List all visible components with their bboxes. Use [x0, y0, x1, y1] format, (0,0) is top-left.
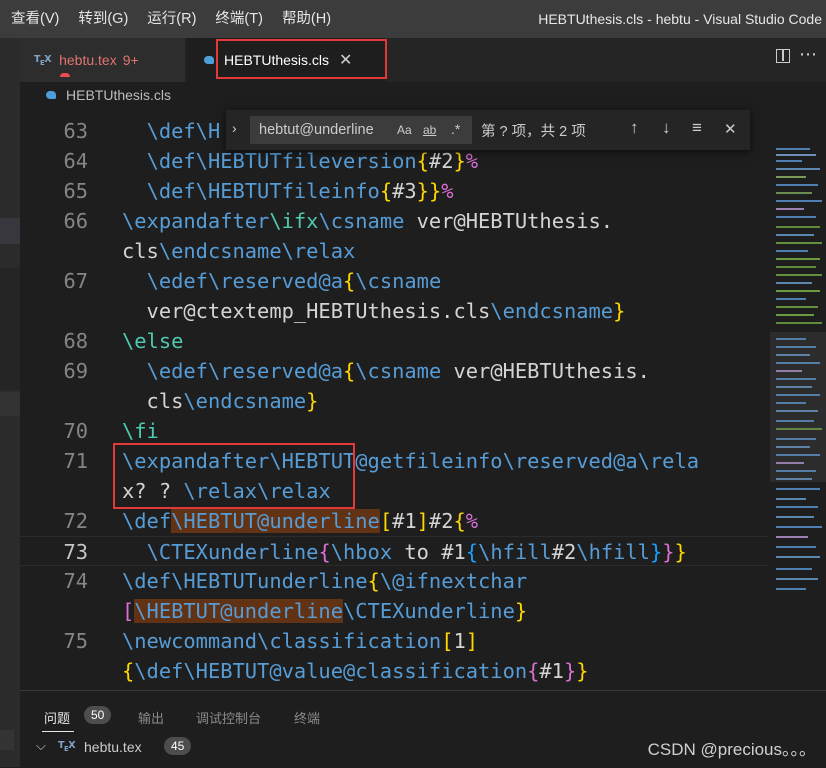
tab-output[interactable]: 输出 — [138, 708, 164, 727]
menu-run[interactable]: 运行(R) — [136, 0, 204, 38]
next-match-icon[interactable]: ↓ — [662, 118, 671, 138]
menu-terminal[interactable]: 终端(T) — [204, 0, 271, 38]
breadcrumb: HEBTUthesis.cls — [20, 82, 826, 108]
code-editor[interactable]: 63 \def\H 64 \def\HEBTUTfileversion{#2}%… — [20, 108, 768, 688]
code-lines: 63 \def\H 64 \def\HEBTUTfileversion{#2}%… — [20, 116, 768, 686]
find-query: hebtut@underline — [259, 122, 374, 138]
split-editor-icon[interactable] — [776, 49, 790, 63]
menu-view[interactable]: 查看(V) — [0, 0, 67, 38]
code-line: 66 \expandafter\ifx\csname ver@HEBTUthesi… — [63, 209, 614, 233]
menu-bar: 查看(V) 转到(G) 运行(R) 终端(T) 帮助(H) — [0, 0, 339, 38]
minimap-slider[interactable] — [770, 332, 826, 482]
tex-icon: TEX — [58, 740, 76, 753]
menu-help[interactable]: 帮助(H) — [271, 0, 339, 38]
previous-match-icon[interactable]: ↑ — [630, 118, 639, 138]
whole-word-icon[interactable]: ab — [423, 123, 436, 137]
tab-terminal[interactable]: 终端 — [294, 708, 320, 727]
menu-go[interactable]: 转到(G) — [67, 0, 136, 38]
window-title: HEBTUthesis.cls - hebtu - Visual Studio … — [538, 11, 822, 27]
code-line: cls\endcsname\relax — [122, 239, 356, 263]
find-widget: › hebtut@underline Aa ab .* 第 ? 项，共 2 项 … — [226, 110, 750, 150]
watermark: CSDN @precious。。。 — [647, 740, 816, 759]
code-line: 70 \fi — [63, 419, 159, 443]
tab-hebtu-tex[interactable]: TEX hebtu.tex 9+ — [20, 38, 185, 82]
match-case-icon[interactable]: Aa — [397, 123, 412, 137]
title-bar: 查看(V) 转到(G) 运行(R) 终端(T) 帮助(H) HEBTUthesi… — [0, 0, 826, 38]
breadcrumb-file[interactable]: HEBTUthesis.cls — [66, 87, 171, 103]
code-line: cls\endcsname} — [122, 389, 319, 413]
annotation-box-code — [113, 443, 355, 509]
cls-file-icon — [204, 56, 214, 64]
problems-count-badge: 50 — [84, 706, 112, 724]
annotation-box-tab — [216, 39, 387, 79]
code-line-current: 73 \CTEXunderline{\hbox to #1{\hfill#2\h… — [20, 536, 768, 566]
tab-label: hebtu.tex — [59, 52, 117, 68]
error-icon — [60, 73, 70, 77]
find-result-count: 第 ? 项，共 2 项 — [481, 124, 586, 140]
code-line: 74 \def\HEBTUTunderline{\@ifnextchar — [63, 569, 528, 593]
tab-debug-console[interactable]: 调试控制台 — [196, 708, 261, 727]
close-find-icon[interactable]: ✕ — [724, 120, 737, 138]
tex-icon: TEX — [34, 53, 52, 67]
toggle-replace-icon[interactable]: › — [232, 120, 237, 136]
code-line: 72 \def\HEBTUT@underline[#1]#2{% — [63, 509, 479, 533]
problems-file-name: hebtu.tex — [84, 739, 142, 755]
find-input[interactable]: hebtut@underline Aa ab .* — [250, 116, 472, 144]
code-line: 69 \edef\reserved@a{\csname ver@HEBTUthe… — [63, 359, 650, 383]
cls-file-icon — [46, 91, 56, 99]
code-line: {\def\HEBTUT@value@classification{#1}} — [122, 659, 589, 683]
more-actions-icon[interactable]: ⋯ — [799, 44, 818, 65]
active-tab-indicator — [42, 731, 74, 732]
tab-problems[interactable]: 问题 — [44, 708, 70, 727]
code-line: 67 \edef\reserved@a{\csname — [63, 269, 442, 293]
bottom-panel: 问题 50 输出 调试控制台 终端 ⌵ TEX hebtu.tex 45 CSD… — [20, 690, 826, 768]
code-line: 65 \def\HEBTUTfileinfo{#3}}% — [63, 179, 454, 203]
explorer-sliver — [0, 268, 20, 390]
code-line: 64 \def\HEBTUTfileversion{#2}% — [63, 149, 479, 173]
code-line: 68 \else — [63, 329, 184, 353]
explorer-item-selected[interactable] — [0, 218, 20, 244]
tab-problem-count: 9+ — [122, 52, 139, 68]
explorer-sliver — [0, 730, 14, 750]
regex-icon[interactable]: .* — [451, 121, 460, 137]
code-line: [\HEBTUT@underline\CTEXunderline} — [122, 599, 528, 623]
explorer-sliver — [0, 392, 20, 416]
code-line: 75 \newcommand\classification[1] — [63, 629, 479, 653]
file-problems-badge: 45 — [164, 737, 192, 755]
chevron-down-icon[interactable]: ⌵ — [36, 738, 46, 754]
code-line: ver@ctextemp_HEBTUthesis.cls\endcsname} — [122, 299, 626, 323]
find-in-selection-icon[interactable]: ≡ — [692, 118, 702, 138]
